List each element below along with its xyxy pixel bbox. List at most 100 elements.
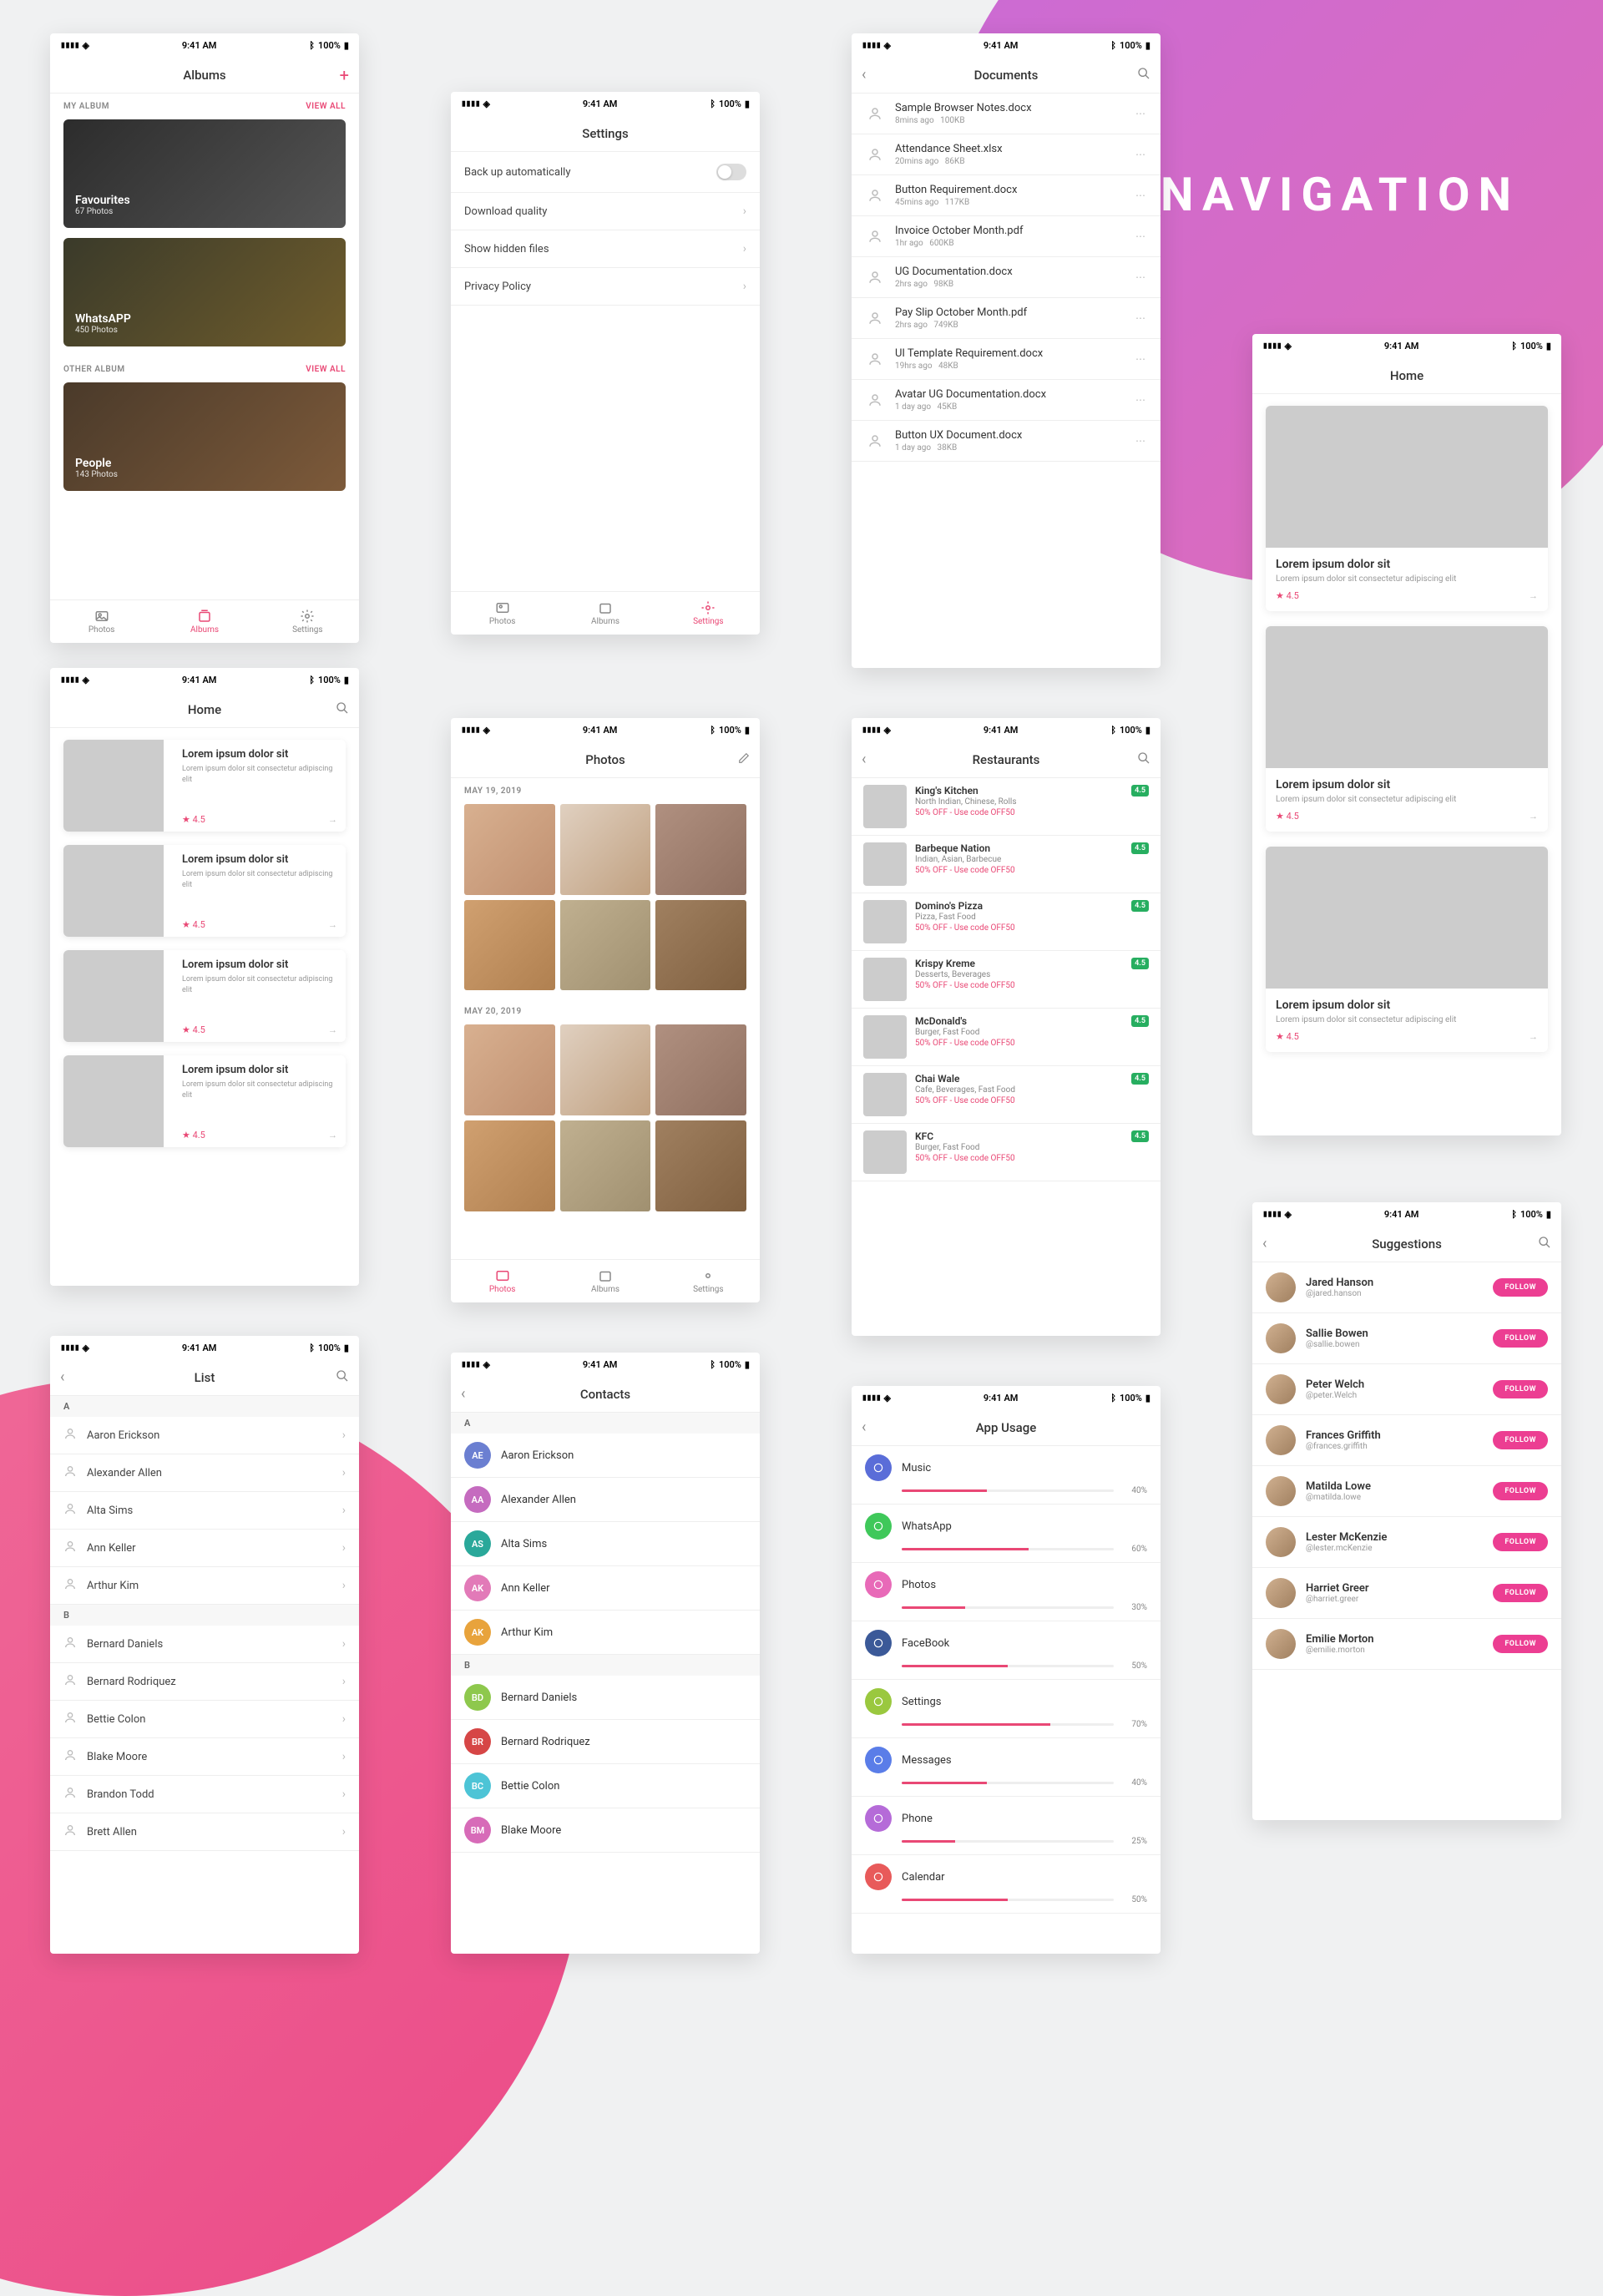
- more-button[interactable]: ⋯: [1135, 271, 1147, 283]
- more-button[interactable]: ⋯: [1135, 108, 1147, 119]
- list-item[interactable]: Brett Allen ›: [50, 1813, 359, 1851]
- contact-row[interactable]: AE Aaron Erickson: [451, 1434, 760, 1478]
- follow-button[interactable]: FOLLOW: [1493, 1584, 1548, 1602]
- photo-thumbnail[interactable]: [655, 900, 746, 991]
- contact-row[interactable]: BC Bettie Colon: [451, 1764, 760, 1808]
- list-item[interactable]: Arthur Kim ›: [50, 1567, 359, 1605]
- document-row[interactable]: Attendance Sheet.xlsx20mins ago 86KB ⋯: [852, 134, 1161, 175]
- usage-row[interactable]: Settings 70%: [852, 1680, 1161, 1738]
- view-all-link[interactable]: VIEW ALL: [306, 102, 346, 111]
- contact-row[interactable]: BR Bernard Rodriquez: [451, 1720, 760, 1764]
- more-button[interactable]: ⋯: [1135, 353, 1147, 365]
- edit-button[interactable]: [738, 751, 750, 767]
- more-button[interactable]: ⋯: [1135, 435, 1147, 447]
- list-item[interactable]: Bettie Colon ›: [50, 1701, 359, 1738]
- toggle-switch[interactable]: [716, 164, 746, 180]
- search-button[interactable]: [336, 1369, 349, 1386]
- list-item[interactable]: Bernard Rodriquez ›: [50, 1663, 359, 1701]
- restaurant-row[interactable]: McDonald's Burger, Fast Food 50% OFF - U…: [852, 1009, 1161, 1066]
- document-row[interactable]: Avatar UG Documentation.docx1 day ago 45…: [852, 380, 1161, 421]
- home-item[interactable]: Lorem ipsum dolor sit Lorem ipsum dolor …: [63, 1055, 346, 1147]
- search-button[interactable]: [1137, 67, 1150, 83]
- settings-row[interactable]: Privacy Policy›: [451, 268, 760, 306]
- view-all-link[interactable]: VIEW ALL: [306, 365, 346, 374]
- user-avatar[interactable]: [1266, 1272, 1296, 1302]
- list-item[interactable]: Ann Keller ›: [50, 1530, 359, 1567]
- album-card[interactable]: Favourites67 Photos: [63, 119, 346, 228]
- contact-row[interactable]: AK Ann Keller: [451, 1566, 760, 1611]
- more-button[interactable]: ⋯: [1135, 312, 1147, 324]
- restaurant-row[interactable]: Barbeque Nation Indian, Asian, Barbecue …: [852, 836, 1161, 893]
- photo-thumbnail[interactable]: [655, 804, 746, 895]
- photo-thumbnail[interactable]: [655, 1024, 746, 1115]
- search-button[interactable]: [1137, 751, 1150, 768]
- back-button[interactable]: ‹: [1262, 1235, 1267, 1252]
- usage-row[interactable]: Phone 25%: [852, 1797, 1161, 1855]
- document-row[interactable]: UG Documentation.docx2hrs ago 98KB ⋯: [852, 257, 1161, 298]
- tab-photos[interactable]: Photos: [451, 592, 554, 635]
- contact-row[interactable]: BM Blake Moore: [451, 1808, 760, 1853]
- photo-thumbnail[interactable]: [560, 1120, 651, 1211]
- user-avatar[interactable]: [1266, 1323, 1296, 1353]
- back-button[interactable]: ‹: [60, 1368, 64, 1386]
- tab-albums[interactable]: Albums: [554, 592, 656, 635]
- home-item[interactable]: Lorem ipsum dolor sit Lorem ipsum dolor …: [63, 740, 346, 832]
- user-avatar[interactable]: [1266, 1374, 1296, 1404]
- user-avatar[interactable]: [1266, 1425, 1296, 1455]
- tab-albums[interactable]: Albums: [554, 1260, 656, 1302]
- list-item[interactable]: Blake Moore ›: [50, 1738, 359, 1776]
- home-item[interactable]: Lorem ipsum dolor sit Lorem ipsum dolor …: [63, 950, 346, 1042]
- back-button[interactable]: ‹: [862, 751, 866, 768]
- user-avatar[interactable]: [1266, 1476, 1296, 1506]
- follow-button[interactable]: FOLLOW: [1493, 1278, 1548, 1297]
- settings-row[interactable]: Download quality›: [451, 193, 760, 230]
- user-avatar[interactable]: [1266, 1578, 1296, 1608]
- tab-photos[interactable]: Photos: [50, 600, 153, 643]
- photo-thumbnail[interactable]: [464, 900, 555, 991]
- document-row[interactable]: Button UX Document.docx1 day ago 38KB ⋯: [852, 421, 1161, 462]
- follow-button[interactable]: FOLLOW: [1493, 1635, 1548, 1653]
- usage-row[interactable]: WhatsApp 60%: [852, 1505, 1161, 1563]
- home-card[interactable]: Lorem ipsum dolor sit Lorem ipsum dolor …: [1266, 847, 1548, 1052]
- follow-button[interactable]: FOLLOW: [1493, 1482, 1548, 1500]
- settings-row[interactable]: Back up automatically: [451, 152, 760, 193]
- photo-thumbnail[interactable]: [464, 1120, 555, 1211]
- document-row[interactable]: Invoice October Month.pdf1hr ago 600KB ⋯: [852, 216, 1161, 257]
- back-button[interactable]: ‹: [862, 1419, 866, 1436]
- album-card[interactable]: WhatsAPP450 Photos: [63, 238, 346, 346]
- back-button[interactable]: ‹: [862, 66, 866, 83]
- photo-thumbnail[interactable]: [560, 900, 651, 991]
- document-row[interactable]: Sample Browser Notes.docx8mins ago 100KB…: [852, 94, 1161, 134]
- list-item[interactable]: Alexander Allen ›: [50, 1454, 359, 1492]
- more-button[interactable]: ⋯: [1135, 230, 1147, 242]
- search-button[interactable]: [1538, 1236, 1551, 1252]
- document-row[interactable]: Button Requirement.docx45mins ago 117KB …: [852, 175, 1161, 216]
- tab-photos[interactable]: Photos: [451, 1260, 554, 1302]
- search-button[interactable]: [336, 701, 349, 718]
- follow-button[interactable]: FOLLOW: [1493, 1533, 1548, 1551]
- add-button[interactable]: +: [340, 65, 349, 85]
- restaurant-row[interactable]: Chai Wale Cafe, Beverages, Fast Food 50%…: [852, 1066, 1161, 1124]
- contact-row[interactable]: AK Arthur Kim: [451, 1611, 760, 1655]
- settings-row[interactable]: Show hidden files›: [451, 230, 760, 268]
- more-button[interactable]: ⋯: [1135, 149, 1147, 160]
- restaurant-row[interactable]: Domino's Pizza Pizza, Fast Food 50% OFF …: [852, 893, 1161, 951]
- tab-settings[interactable]: Settings: [657, 1260, 760, 1302]
- restaurant-row[interactable]: King's Kitchen North Indian, Chinese, Ro…: [852, 778, 1161, 836]
- list-item[interactable]: Aaron Erickson ›: [50, 1417, 359, 1454]
- home-card[interactable]: Lorem ipsum dolor sit Lorem ipsum dolor …: [1266, 626, 1548, 832]
- usage-row[interactable]: FaceBook 50%: [852, 1621, 1161, 1680]
- tab-albums[interactable]: Albums: [153, 600, 255, 643]
- album-card[interactable]: People143 Photos: [63, 382, 346, 491]
- photo-thumbnail[interactable]: [560, 1024, 651, 1115]
- more-button[interactable]: ⋯: [1135, 190, 1147, 201]
- usage-row[interactable]: Calendar 50%: [852, 1855, 1161, 1914]
- follow-button[interactable]: FOLLOW: [1493, 1431, 1548, 1449]
- list-item[interactable]: Bernard Daniels ›: [50, 1626, 359, 1663]
- document-row[interactable]: Pay Slip October Month.pdf2hrs ago 749KB…: [852, 298, 1161, 339]
- home-card[interactable]: Lorem ipsum dolor sit Lorem ipsum dolor …: [1266, 406, 1548, 611]
- restaurant-row[interactable]: Krispy Kreme Desserts, Beverages 50% OFF…: [852, 951, 1161, 1009]
- more-button[interactable]: ⋯: [1135, 394, 1147, 406]
- tab-settings[interactable]: Settings: [657, 592, 760, 635]
- contact-row[interactable]: AA Alexander Allen: [451, 1478, 760, 1522]
